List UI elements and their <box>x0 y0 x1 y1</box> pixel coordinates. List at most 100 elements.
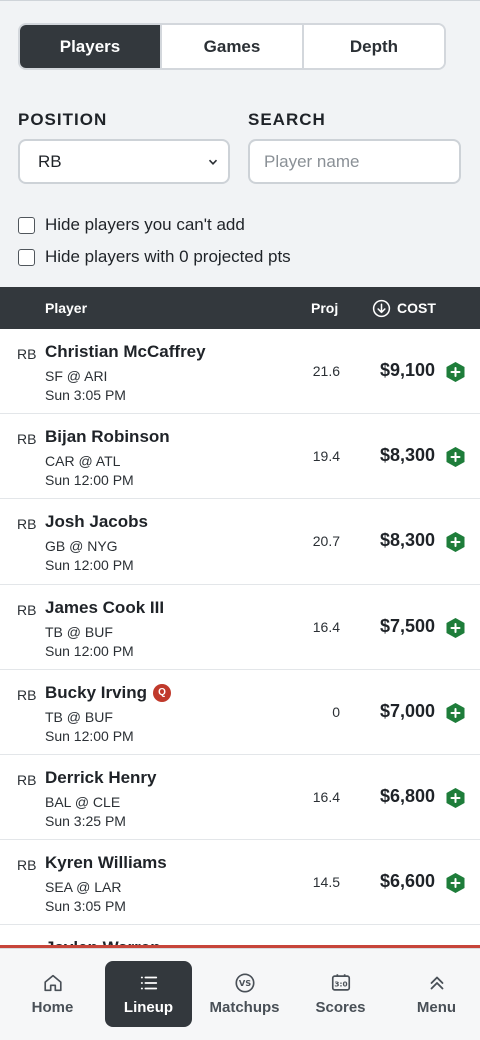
hide-zero-proj-checkbox[interactable] <box>18 248 35 266</box>
player-matchup: GB @ NYG <box>45 538 118 555</box>
player-name-text: Christian McCaffrey <box>45 342 206 361</box>
player-cost: $7,000 <box>379 700 435 721</box>
hide-cant-add-checkbox[interactable] <box>18 216 35 234</box>
add-player-icon[interactable] <box>445 446 466 468</box>
add-player-icon[interactable] <box>445 617 466 639</box>
player-matchup: BAL @ CLE <box>45 793 121 810</box>
player-row[interactable]: RB Christian McCaffrey SF @ ARI Sun 3:05 PM… <box>0 329 480 415</box>
column-header-cost[interactable]: COST <box>372 299 436 318</box>
hide-zero-proj-label: Hide players with 0 projected pts <box>45 247 291 266</box>
nav-scores[interactable]: 3:0 Scores <box>297 961 384 1027</box>
svg-text:3:0: 3:0 <box>334 980 347 989</box>
add-player-icon[interactable] <box>445 872 466 894</box>
player-name[interactable]: Bijan Robinson <box>45 427 170 447</box>
hide-zero-proj-option[interactable]: Hide players with 0 projected pts <box>18 245 462 269</box>
add-player-icon[interactable] <box>445 531 466 553</box>
tab-players[interactable]: Players <box>20 25 162 68</box>
player-row[interactable]: RB James Cook III TB @ BUF Sun 12:00 PM 16.4… <box>0 585 480 670</box>
hide-cant-add-option[interactable]: Hide players you can't add <box>18 213 462 237</box>
home-icon <box>43 974 62 992</box>
player-name-text: Bucky Irving <box>45 682 148 702</box>
nav-home[interactable]: Home <box>9 961 96 1027</box>
player-name-text: Josh Jacobs <box>45 512 148 532</box>
nav-lineup-label: Lineup <box>123 999 174 1016</box>
player-list: RB Christian McCaffrey SF @ ARI Sun 3:05 PM… <box>0 329 480 947</box>
game-time: Sun 3:05 PM <box>45 387 126 403</box>
position-label: POSITION <box>18 110 108 129</box>
sort-descending-icon <box>372 299 391 317</box>
nav-matchups[interactable]: VS Matchups <box>201 961 288 1027</box>
player-matchup: TB @ BUF <box>45 708 113 725</box>
tab-games[interactable]: Games <box>162 25 304 68</box>
player-position: RB <box>17 346 37 362</box>
player-matchup: TB @ BUF <box>45 623 113 640</box>
add-player-icon[interactable] <box>445 787 466 809</box>
column-header-proj[interactable]: Proj <box>311 300 338 316</box>
player-row[interactable]: RB Bucky Irving Q TB @ BUF Sun 12:00 PM 0 $7,0… <box>0 670 480 755</box>
nav-scores-label: Scores <box>315 999 366 1016</box>
nav-menu[interactable]: Menu <box>393 961 480 1027</box>
projected-points: 0 <box>332 703 340 720</box>
cost-header-label: COST <box>397 300 436 316</box>
projected-points: 21.6 <box>312 363 340 379</box>
player-row[interactable]: RBJaylen Warren <box>0 925 480 947</box>
player-cost: $8,300 <box>379 445 435 466</box>
projected-points: 16.4 <box>312 618 340 635</box>
player-row[interactable]: RB Kyren Williams SEA @ LAR Sun 3:05 PM 14.5… <box>0 840 480 926</box>
add-player-icon[interactable] <box>445 361 466 383</box>
column-header-player[interactable]: Player <box>45 300 87 316</box>
projected-points: 19.4 <box>312 448 340 465</box>
player-matchup: CAR @ ATL <box>45 453 121 470</box>
player-name[interactable]: Josh Jacobs <box>45 512 148 532</box>
nav-lineup[interactable]: Lineup <box>105 961 192 1027</box>
versus-icon: VS <box>234 973 255 993</box>
player-position: RB <box>17 857 37 874</box>
chevron-down-icon <box>208 159 218 165</box>
projected-points: 14.5 <box>312 874 340 891</box>
position-select[interactable]: RB <box>18 139 230 184</box>
player-row[interactable]: RB Derrick Henry BAL @ CLE Sun 3:25 PM 16.4 $… <box>0 755 480 841</box>
nav-menu-label: Menu <box>416 999 457 1016</box>
player-cost: $6,600 <box>379 871 435 892</box>
filters-row: POSITION RB SEARCH <box>18 110 462 184</box>
nav-matchups-label: Matchups <box>209 999 280 1016</box>
search-filter: SEARCH <box>248 110 461 184</box>
player-position: RB <box>17 431 37 448</box>
player-position: RB <box>17 601 37 618</box>
projected-points: 16.4 <box>312 788 340 805</box>
player-name[interactable]: Kyren Williams <box>45 853 167 873</box>
player-name[interactable]: Christian McCaffrey <box>45 342 206 362</box>
player-position: RB <box>17 516 37 533</box>
player-name[interactable]: James Cook III <box>45 598 164 618</box>
tab-depth[interactable]: Depth <box>304 25 444 68</box>
player-cost: $8,300 <box>379 530 435 551</box>
projected-points: 20.7 <box>312 533 340 550</box>
bottom-nav: Home Lineup VS Matchups 3:0 Scores Menu <box>0 948 480 1040</box>
player-row[interactable]: RB Josh Jacobs GB @ NYG Sun 12:00 PM 20.7 $8,… <box>0 499 480 585</box>
svg-text:VS: VS <box>238 978 250 988</box>
game-time: Sun 12:00 PM <box>45 727 134 744</box>
view-tabs: Players Games Depth <box>18 23 446 70</box>
player-name[interactable]: Bucky Irving Q <box>45 682 172 703</box>
injury-status-badge: Q <box>153 683 172 702</box>
chevrons-up-icon <box>430 976 443 990</box>
player-matchup: SF @ ARI <box>45 368 108 384</box>
player-name-text: Kyren Williams <box>45 853 167 873</box>
player-matchup: SEA @ LAR <box>45 879 122 896</box>
list-icon <box>140 976 157 990</box>
player-name-text: Bijan Robinson <box>45 427 170 447</box>
player-position: RB <box>17 686 37 703</box>
game-time: Sun 12:00 PM <box>45 557 134 574</box>
player-position: RB <box>17 771 37 788</box>
player-name[interactable]: Derrick Henry <box>45 768 157 788</box>
position-select-value: RB <box>38 151 62 171</box>
scoreboard-icon: 3:0 <box>331 974 350 991</box>
search-label: SEARCH <box>248 110 326 129</box>
filter-panel: Players Games Depth POSITION RB SEARCH H… <box>0 0 480 287</box>
player-row[interactable]: RB Bijan Robinson CAR @ ATL Sun 12:00 PM 19.… <box>0 414 480 500</box>
table-header: Player Proj COST <box>0 287 480 329</box>
filter-checkboxes: Hide players you can't add Hide players … <box>18 213 462 269</box>
search-input[interactable] <box>248 139 461 184</box>
game-time: Sun 12:00 PM <box>45 642 134 659</box>
add-player-icon[interactable] <box>445 702 466 724</box>
